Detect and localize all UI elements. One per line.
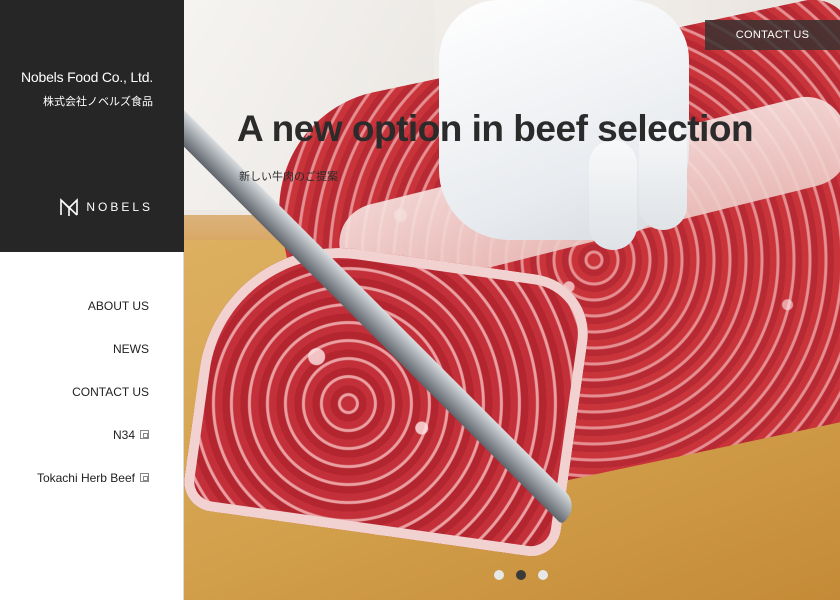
slide-dot-3[interactable]: [538, 570, 548, 580]
hero-slider: A new option in beef selection 新しい牛肉のご提案…: [184, 0, 840, 600]
glove-finger: [589, 140, 637, 250]
main-nav: ABOUT US NEWS CONTACT US N34 Tokachi Her…: [37, 284, 149, 499]
hero-title: A new option in beef selection: [237, 108, 754, 149]
brand-panel: Nobels Food Co., Ltd. 株式会社ノベルズ食品 NOBELS: [0, 0, 184, 252]
logo-wordmark: NOBELS: [86, 200, 153, 214]
nav-item-label: N34: [112, 427, 135, 442]
nav-item-label: NEWS: [113, 341, 149, 356]
nav-item-label: ABOUT US: [87, 298, 149, 313]
hero-subtitle: 新しい牛肉のご提案: [239, 171, 338, 183]
nobels-logo[interactable]: NOBELS: [58, 196, 153, 218]
company-name-en: Nobels Food Co., Ltd.: [21, 69, 153, 85]
slide-dot-2[interactable]: [516, 570, 526, 580]
external-link-icon: [140, 473, 149, 482]
nobels-logo-icon: [60, 198, 79, 216]
nav-item-label: CONTACT US: [72, 384, 149, 399]
nav-item-contact-us[interactable]: CONTACT US: [37, 370, 149, 413]
slide-dot-1[interactable]: [494, 570, 504, 580]
nav-item-n34[interactable]: N34: [37, 413, 149, 456]
contact-us-button[interactable]: CONTACT US: [705, 20, 840, 50]
nav-item-news[interactable]: NEWS: [37, 327, 149, 370]
company-name-jp: 株式会社ノベルズ食品: [43, 96, 153, 108]
slider-pagination: [494, 570, 548, 580]
nav-item-about-us[interactable]: ABOUT US: [37, 284, 149, 327]
nav-item-label: Tokachi Herb Beef: [36, 470, 135, 485]
external-link-icon: [140, 430, 149, 439]
nav-item-tokachi-herb-beef[interactable]: Tokachi Herb Beef: [37, 456, 149, 499]
sidebar: Nobels Food Co., Ltd. 株式会社ノベルズ食品 NOBELS …: [0, 0, 184, 600]
